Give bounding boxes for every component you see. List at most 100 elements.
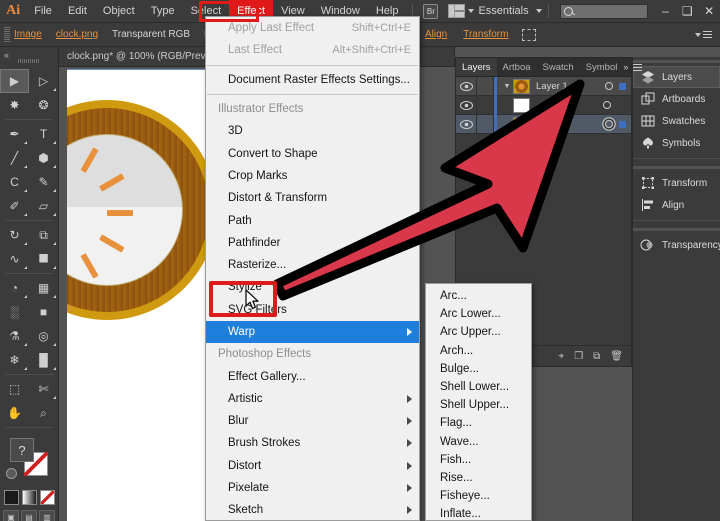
locate-object-icon[interactable]: ⌖ bbox=[559, 351, 565, 362]
tab-symbols[interactable]: Symbol bbox=[580, 58, 624, 76]
align-link[interactable]: Align bbox=[425, 29, 447, 40]
shape-builder-tool[interactable]: ◔ bbox=[0, 276, 29, 300]
menu-item-crop-marks[interactable]: Crop Marks bbox=[206, 165, 419, 187]
menu-item-last-effect[interactable]: Last Effect Alt+Shift+Ctrl+E bbox=[206, 39, 419, 61]
delete-selection-icon[interactable]: 🗑 bbox=[610, 351, 623, 362]
menu-item-effect-gallery[interactable]: Effect Gallery... bbox=[206, 365, 419, 387]
fill-swatch[interactable]: ? bbox=[10, 438, 34, 462]
menu-item-blur[interactable]: Blur bbox=[206, 410, 419, 432]
lock-toggle[interactable] bbox=[476, 96, 494, 115]
menu-edit[interactable]: Edit bbox=[60, 0, 95, 23]
lock-toggle[interactable] bbox=[476, 77, 494, 96]
create-new-layer-icon[interactable]: ⧉ bbox=[593, 351, 600, 362]
selection-tool[interactable]: ▶ bbox=[0, 69, 29, 93]
eyedropper-tool[interactable]: ⚗ bbox=[0, 324, 29, 348]
menu-item-brush-strokes[interactable]: Brush Strokes bbox=[206, 432, 419, 454]
warp-item-arc-lower[interactable]: Arc Lower... bbox=[426, 305, 531, 323]
warp-item-wave[interactable]: Wave... bbox=[426, 433, 531, 451]
gradient-swatch[interactable] bbox=[22, 490, 37, 505]
full-screen-menubar-mode-icon[interactable]: ▤ bbox=[21, 510, 37, 521]
shape-tool[interactable]: ⬢ bbox=[29, 146, 58, 170]
artboard-canvas[interactable] bbox=[67, 69, 209, 521]
free-transform-tool[interactable]: ⯀ bbox=[29, 247, 58, 271]
scale-tool[interactable]: ⧉ bbox=[29, 223, 58, 247]
menu-item-rasterize[interactable]: Rasterize... bbox=[206, 254, 419, 276]
layer-name[interactable]: Layer 1 bbox=[536, 81, 602, 92]
menu-item-artistic[interactable]: Artistic bbox=[206, 388, 419, 410]
menu-item-convert-to-shape[interactable]: Convert to Shape bbox=[206, 142, 419, 164]
blend-tool[interactable]: ◎ bbox=[29, 324, 58, 348]
warp-item-flag[interactable]: Flag... bbox=[426, 414, 531, 432]
tools-panel-grip[interactable] bbox=[18, 59, 40, 63]
visibility-toggle-icon[interactable] bbox=[456, 120, 476, 129]
warp-item-arc-upper[interactable]: Arc Upper... bbox=[426, 323, 531, 341]
dock-grip[interactable] bbox=[633, 225, 720, 234]
normal-screen-mode-icon[interactable]: ▣ bbox=[3, 510, 19, 521]
table-row[interactable] bbox=[456, 115, 631, 134]
blob-brush-tool[interactable]: ✐ bbox=[0, 194, 29, 218]
mesh-tool[interactable]: ░ bbox=[0, 300, 29, 324]
warp-item-fisheye[interactable]: Fisheye... bbox=[426, 487, 531, 505]
target-indicator[interactable] bbox=[602, 120, 616, 128]
lasso-tool[interactable]: ❂ bbox=[29, 93, 58, 117]
gradient-tool[interactable]: ■ bbox=[29, 300, 58, 324]
hand-tool[interactable]: ✋ bbox=[0, 401, 29, 425]
visibility-toggle-icon[interactable] bbox=[456, 101, 476, 110]
dock-item-artboards[interactable]: Artboards bbox=[633, 88, 720, 110]
eraser-tool[interactable]: ▱ bbox=[29, 194, 58, 218]
panel-menu-icon[interactable] bbox=[692, 31, 712, 38]
color-swatch[interactable] bbox=[4, 490, 19, 505]
transform-link[interactable]: Transform bbox=[463, 29, 508, 40]
clock-artwork[interactable] bbox=[67, 100, 209, 320]
zoom-tool[interactable]: ⌕ bbox=[29, 401, 58, 425]
tab-artboards[interactable]: Artboa bbox=[497, 58, 537, 76]
warp-item-rise[interactable]: Rise... bbox=[426, 469, 531, 487]
panel-menu-icon[interactable] bbox=[633, 64, 642, 71]
rotate-tool[interactable]: ↻ bbox=[0, 223, 29, 247]
double-chevron-right-icon[interactable]: » bbox=[623, 62, 628, 72]
tab-swatches[interactable]: Swatch bbox=[537, 58, 580, 76]
pencil-tool[interactable]: ✎ bbox=[29, 170, 58, 194]
menu-item-3d[interactable]: 3D bbox=[206, 120, 419, 142]
collapse-panel-icon[interactable]: « bbox=[4, 50, 9, 60]
workspace-switcher[interactable]: Essentials bbox=[474, 5, 532, 17]
target-indicator[interactable] bbox=[600, 101, 614, 109]
menu-item-pathfinder[interactable]: Pathfinder bbox=[206, 232, 419, 254]
bridge-icon[interactable]: Br bbox=[423, 4, 438, 19]
artboard-tool[interactable]: ⬚ bbox=[0, 377, 29, 401]
create-new-sublayer-icon[interactable]: ❐ bbox=[574, 351, 583, 362]
menu-item-path[interactable]: Path bbox=[206, 209, 419, 231]
menu-item-warp[interactable]: Warp bbox=[206, 321, 419, 343]
dock-grip[interactable] bbox=[633, 163, 720, 172]
object-type-label[interactable]: Image bbox=[14, 29, 42, 40]
direct-selection-tool[interactable]: ▷ bbox=[29, 69, 58, 93]
arrange-documents-icon[interactable] bbox=[448, 4, 474, 18]
warp-item-shell-upper[interactable]: Shell Upper... bbox=[426, 396, 531, 414]
full-screen-mode-icon[interactable]: ▥ bbox=[39, 510, 55, 521]
warp-item-arc[interactable]: Arc... bbox=[426, 287, 531, 305]
menu-type[interactable]: Type bbox=[143, 0, 183, 23]
minimize-button[interactable]: – bbox=[654, 0, 676, 23]
target-indicator[interactable] bbox=[602, 82, 616, 90]
menu-item-distort-transform[interactable]: Distort & Transform bbox=[206, 187, 419, 209]
bounding-box-icon[interactable] bbox=[522, 29, 536, 41]
visibility-toggle-icon[interactable] bbox=[456, 82, 476, 91]
maximize-button[interactable]: ❑ bbox=[676, 0, 698, 23]
slice-tool[interactable]: ✄ bbox=[29, 377, 58, 401]
tab-layers[interactable]: Layers bbox=[456, 58, 497, 76]
menu-item-sketch[interactable]: Sketch bbox=[206, 499, 419, 521]
chevron-down-icon[interactable] bbox=[536, 9, 542, 13]
lock-toggle[interactable] bbox=[476, 115, 494, 134]
dock-item-transform[interactable]: Transform bbox=[633, 172, 720, 194]
symbol-sprayer-tool[interactable]: ❄ bbox=[0, 348, 29, 372]
dock-item-symbols[interactable]: Symbols bbox=[633, 132, 720, 154]
warp-item-arch[interactable]: Arch... bbox=[426, 342, 531, 360]
width-tool[interactable]: ∿ bbox=[0, 247, 29, 271]
control-bar-grip[interactable] bbox=[4, 27, 10, 43]
search-input[interactable] bbox=[560, 4, 648, 19]
warp-item-shell-lower[interactable]: Shell Lower... bbox=[426, 378, 531, 396]
menu-file[interactable]: File bbox=[26, 0, 60, 23]
pen-tool[interactable]: ✒ bbox=[0, 122, 29, 146]
perspective-grid-tool[interactable]: ▦ bbox=[29, 276, 58, 300]
none-swatch[interactable] bbox=[40, 490, 55, 505]
